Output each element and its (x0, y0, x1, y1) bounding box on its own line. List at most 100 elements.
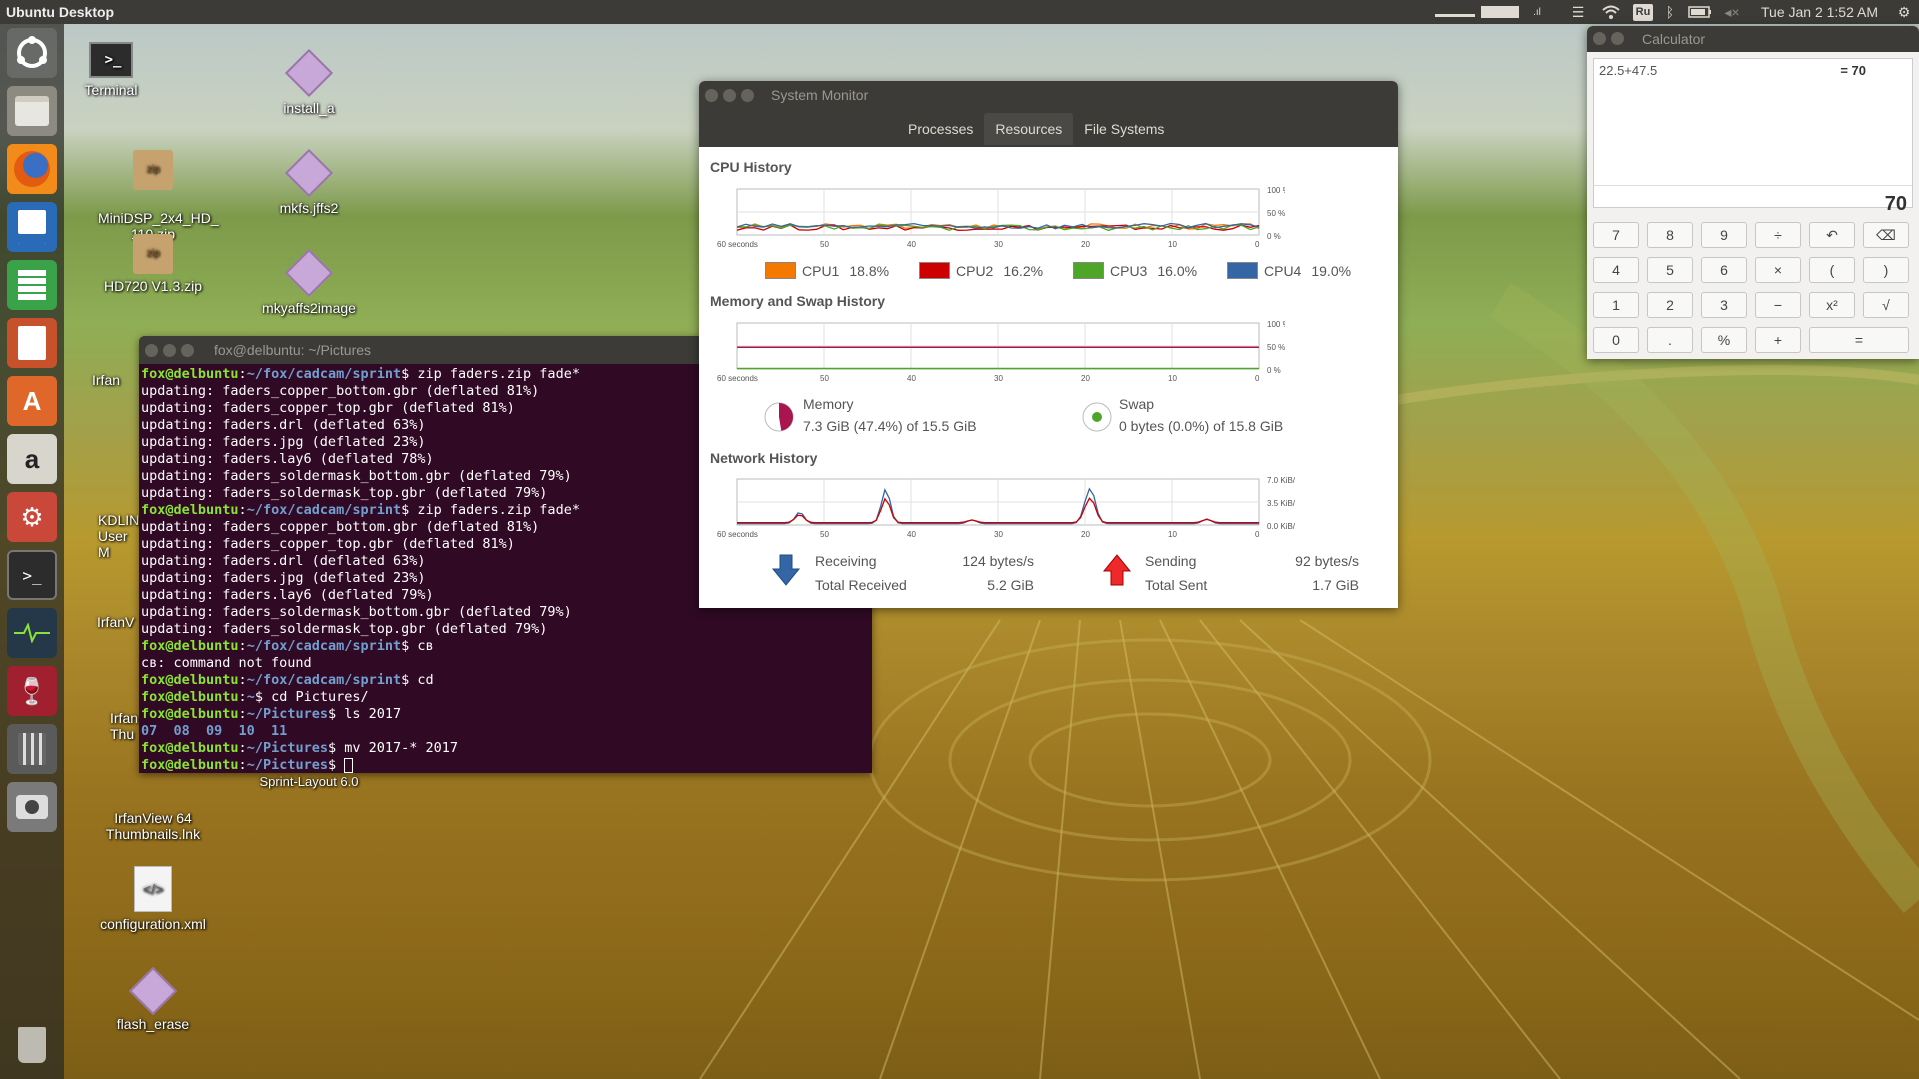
cpu-legend-item[interactable]: CPU3 16.0% (1073, 262, 1197, 279)
prompt-path: ~ (246, 689, 255, 705)
system-monitor-window[interactable]: System Monitor Processes Resources File … (699, 81, 1398, 608)
history-result[interactable]: = 70 (1840, 63, 1866, 78)
writer-icon[interactable] (7, 202, 57, 252)
wifi-icon[interactable] (1598, 0, 1624, 24)
desktop-icon-flash-erase[interactable]: flash_erase (98, 966, 208, 1032)
digit-7-button[interactable]: 7 (1593, 222, 1639, 248)
digit-8-button[interactable]: 8 (1647, 222, 1693, 248)
digit-2-button[interactable]: 2 (1647, 292, 1693, 318)
memory-label: Memory (803, 396, 854, 412)
desktop-icon-hd720-zip[interactable]: zip HD720 V1.3.zip (98, 234, 208, 294)
desktop-icon-irfanview-thumbnails-lnk[interactable]: IrfanView 64 Thumbnails.lnk (98, 794, 208, 858)
backspace-button[interactable]: ⌫ (1863, 222, 1909, 248)
maximize-button[interactable] (181, 344, 194, 357)
desktop-icon-irfan[interactable]: Irfan (92, 372, 140, 388)
close-button[interactable] (145, 344, 158, 357)
minimize-button[interactable] (723, 89, 736, 102)
close-button[interactable] (1593, 32, 1606, 45)
y-tick-label: 100 % (1267, 187, 1285, 195)
digit-1-button[interactable]: 1 (1593, 292, 1639, 318)
terminal-icon[interactable]: >_ (7, 550, 57, 600)
desktop-icon-mkyaffs2image[interactable]: mkyaffs2image (254, 248, 364, 316)
desktop-icon-sprint-layout[interactable]: Sprint-Layout 6.0 (244, 774, 374, 790)
volume-muted-icon[interactable]: ◂× (1720, 0, 1744, 24)
system-monitor-header[interactable]: System Monitor Processes Resources File … (699, 81, 1398, 147)
desktop-icon-install-a[interactable]: install_a (254, 48, 364, 116)
battery-icon[interactable] (1685, 0, 1715, 24)
firefox-icon[interactable] (7, 144, 57, 194)
calculator-window[interactable]: Calculator 22.5+47.5 = 70 70 7 8 9 ÷ ↶ ⌫ 4 5 6 × (… (1587, 26, 1919, 359)
cpu-name: CPU2 (956, 262, 994, 279)
impress-icon[interactable] (7, 318, 57, 368)
calc-spreadsheet-icon[interactable] (7, 260, 57, 310)
executable-icon (284, 148, 334, 198)
close-button[interactable] (705, 89, 718, 102)
decimal-button[interactable]: . (1647, 327, 1693, 353)
wine-icon[interactable]: 🍷 (7, 666, 57, 716)
software-center-icon[interactable]: A (7, 376, 57, 426)
keyboard-layout-indicator[interactable]: Ru (1631, 0, 1655, 24)
desktop-icon-irfanview[interactable]: IrfanV (97, 614, 141, 630)
multiply-button[interactable]: × (1755, 257, 1801, 283)
system-monitor-icon[interactable] (7, 608, 57, 658)
cpu-color-swatch[interactable] (1073, 262, 1104, 279)
digit-3-button[interactable]: 3 (1701, 292, 1747, 318)
power-gear-icon[interactable]: ⚙ (1893, 0, 1915, 24)
amazon-icon[interactable]: a (7, 434, 57, 484)
tab-resources[interactable]: Resources (984, 113, 1074, 145)
minimize-button[interactable] (163, 344, 176, 357)
calculator-display[interactable]: 22.5+47.5 = 70 70 (1593, 58, 1913, 215)
menu-icon[interactable]: ☰ (1565, 0, 1591, 24)
tab-file-systems[interactable]: File Systems (1073, 113, 1175, 145)
keyboard-input-icon[interactable] (1432, 0, 1522, 24)
cpu-name: CPU4 (1264, 262, 1302, 279)
cpu-color-swatch[interactable] (919, 262, 950, 279)
digit-4-button[interactable]: 4 (1593, 257, 1639, 283)
tab-processes[interactable]: Processes (897, 113, 984, 145)
add-button[interactable]: + (1755, 327, 1801, 353)
command: ls 2017 (336, 706, 402, 722)
terminal-icon: >_ (89, 42, 133, 78)
bluetooth-icon[interactable]: ᛒ (1660, 0, 1680, 24)
digit-5-button[interactable]: 5 (1647, 257, 1693, 283)
files-icon[interactable] (7, 86, 57, 136)
screenshot-icon[interactable] (7, 782, 57, 832)
cpu-color-swatch[interactable] (1227, 262, 1258, 279)
subtract-button[interactable]: − (1755, 292, 1801, 318)
history-expression[interactable]: 22.5+47.5 (1599, 63, 1657, 78)
calculator-titlebar[interactable]: Calculator (1587, 26, 1919, 52)
square-button[interactable]: x² (1809, 292, 1855, 318)
desktop-icon-irfan-thumbnails[interactable]: Irfan Thu (110, 694, 142, 758)
desktop-icon-mkfs-jffs2[interactable]: mkfs.jffs2 (254, 148, 364, 216)
calculator-icon[interactable] (7, 724, 57, 774)
desktop-icon-terminal[interactable]: >_ Terminal (56, 42, 166, 98)
desktop-icon-kdlin[interactable]: KDLIN User M (98, 496, 142, 576)
cpu-legend-item[interactable]: CPU1 18.8% (765, 262, 889, 279)
digit-0-button[interactable]: 0 (1593, 327, 1639, 353)
clock[interactable]: Tue Jan 2 1:52 AM (1752, 0, 1887, 24)
equals-button[interactable]: = (1809, 327, 1909, 353)
cpu-color-swatch[interactable] (765, 262, 796, 279)
percent-button[interactable]: % (1701, 327, 1747, 353)
desktop-icon-configuration-xml[interactable]: </> configuration.xml (88, 866, 218, 932)
cpu-legend-item[interactable]: CPU2 16.2% (919, 262, 1043, 279)
command: св (409, 638, 434, 654)
maximize-button[interactable] (741, 89, 754, 102)
sqrt-button[interactable]: √ (1863, 292, 1909, 318)
cpu-legend-item[interactable]: CPU4 19.0% (1227, 262, 1351, 279)
open-paren-button[interactable]: ( (1809, 257, 1855, 283)
system-settings-icon[interactable]: ⚙ (7, 492, 57, 542)
swap-detail: 0 bytes (0.0%) of 15.8 GiB (1119, 418, 1284, 434)
close-paren-button[interactable]: ) (1863, 257, 1909, 283)
trash-icon[interactable] (7, 1020, 57, 1070)
current-value[interactable]: 70 (1885, 193, 1907, 216)
minimize-button[interactable] (1611, 32, 1624, 45)
divide-button[interactable]: ÷ (1755, 222, 1801, 248)
undo-button[interactable]: ↶ (1809, 222, 1855, 248)
digit-6-button[interactable]: 6 (1701, 257, 1747, 283)
digit-9-button[interactable]: 9 (1701, 222, 1747, 248)
terminal-line: fox@delbuntu:~$ cd Pictures/ (141, 689, 369, 705)
cpu-name: CPU3 (1110, 262, 1148, 279)
executable-icon (284, 48, 334, 98)
dash-home-icon[interactable] (7, 28, 57, 78)
